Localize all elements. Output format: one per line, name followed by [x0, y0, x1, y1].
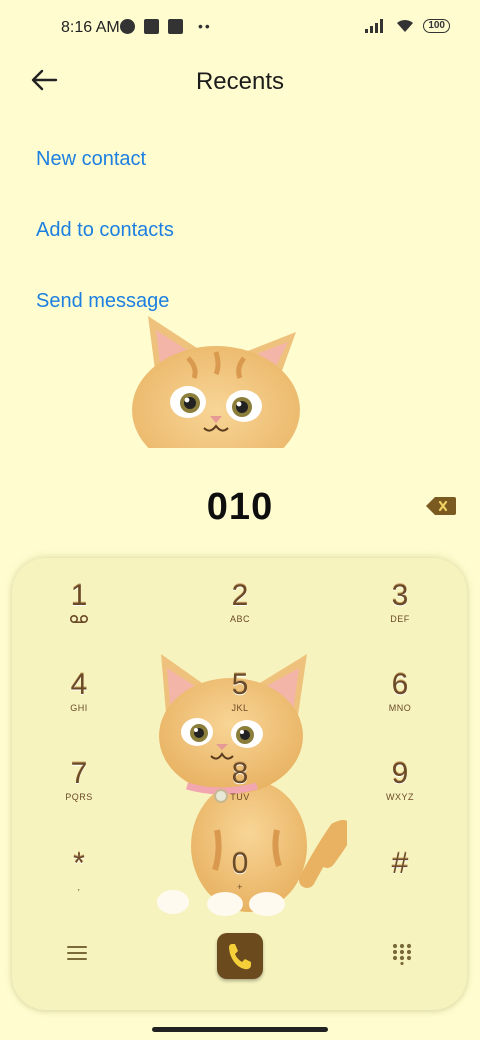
- key-2[interactable]: 2 ABC: [190, 580, 290, 650]
- key-hash[interactable]: #: [350, 848, 450, 918]
- key-4[interactable]: 4 GHI: [29, 669, 129, 739]
- key-digit: 4: [70, 668, 88, 701]
- more-notifications-icon: ••: [198, 18, 212, 34]
- key-7[interactable]: 7 PQRS: [29, 758, 129, 828]
- key-letters: JKL: [231, 703, 249, 713]
- page-title: Recents: [195, 68, 285, 95]
- key-digit: 5: [231, 668, 249, 701]
- key-digit: 6: [391, 668, 409, 701]
- kitten-head-illustration: [132, 316, 300, 448]
- key-digit: 9: [391, 757, 409, 790]
- key-digit: 7: [70, 757, 88, 790]
- app-notification-icon: [144, 18, 159, 34]
- key-digit: 0: [231, 847, 249, 880]
- key-digit: 8: [231, 757, 249, 790]
- key-letters: TUV: [230, 792, 250, 802]
- key-digit: 3: [391, 579, 409, 612]
- key-star[interactable]: * ,: [29, 848, 129, 918]
- key-letters: GHI: [70, 703, 88, 713]
- key-digit: #: [391, 847, 409, 880]
- key-letters: ,: [77, 882, 81, 892]
- key-9[interactable]: 9 WXYZ: [350, 758, 450, 828]
- key-1[interactable]: 1: [29, 580, 129, 650]
- key-5[interactable]: 5 JKL: [190, 669, 290, 739]
- app-notification-icon: [120, 18, 135, 34]
- key-letters: WXYZ: [386, 792, 414, 802]
- backspace-icon[interactable]: [425, 495, 457, 517]
- wifi-icon: [397, 19, 414, 32]
- notification-icons: ••: [120, 18, 212, 34]
- system-icons: 100: [365, 18, 450, 33]
- key-digit: 1: [70, 579, 88, 612]
- header: Recents: [0, 56, 480, 106]
- key-3[interactable]: 3 DEF: [350, 580, 450, 650]
- new-contact-link[interactable]: New contact: [36, 148, 146, 171]
- add-to-contacts-link[interactable]: Add to contacts: [36, 219, 174, 242]
- menu-icon[interactable]: [66, 944, 88, 962]
- key-6[interactable]: 6 MNO: [350, 669, 450, 739]
- key-letters: +: [237, 882, 243, 892]
- key-digit: 2: [231, 579, 249, 612]
- call-button[interactable]: [217, 933, 263, 979]
- battery-indicator: 100: [423, 18, 450, 33]
- key-letters: PQRS: [65, 792, 93, 802]
- dialpad-icon[interactable]: [392, 943, 412, 965]
- key-letters: DEF: [390, 614, 410, 624]
- key-digit: *: [73, 847, 85, 880]
- key-0[interactable]: 0 +: [190, 848, 290, 918]
- status-time: 8:16 AM: [61, 19, 120, 36]
- key-letters: MNO: [388, 703, 412, 713]
- dialpad: 1 2 ABC 3 DEF 4 GHI 5 JKL 6 MNO 7 PQRS 8…: [12, 558, 467, 1010]
- key-letters: ABC: [229, 614, 250, 624]
- upload-notification-icon: [168, 18, 183, 34]
- phone-icon: [229, 944, 251, 970]
- status-bar: 8:16 AM •• 100: [0, 0, 480, 56]
- dialed-number: 010: [206, 486, 274, 528]
- home-indicator[interactable]: [152, 1027, 328, 1032]
- voicemail-icon: [69, 614, 89, 624]
- key-8[interactable]: 8 TUV: [190, 758, 290, 828]
- signal-icon: [365, 18, 384, 33]
